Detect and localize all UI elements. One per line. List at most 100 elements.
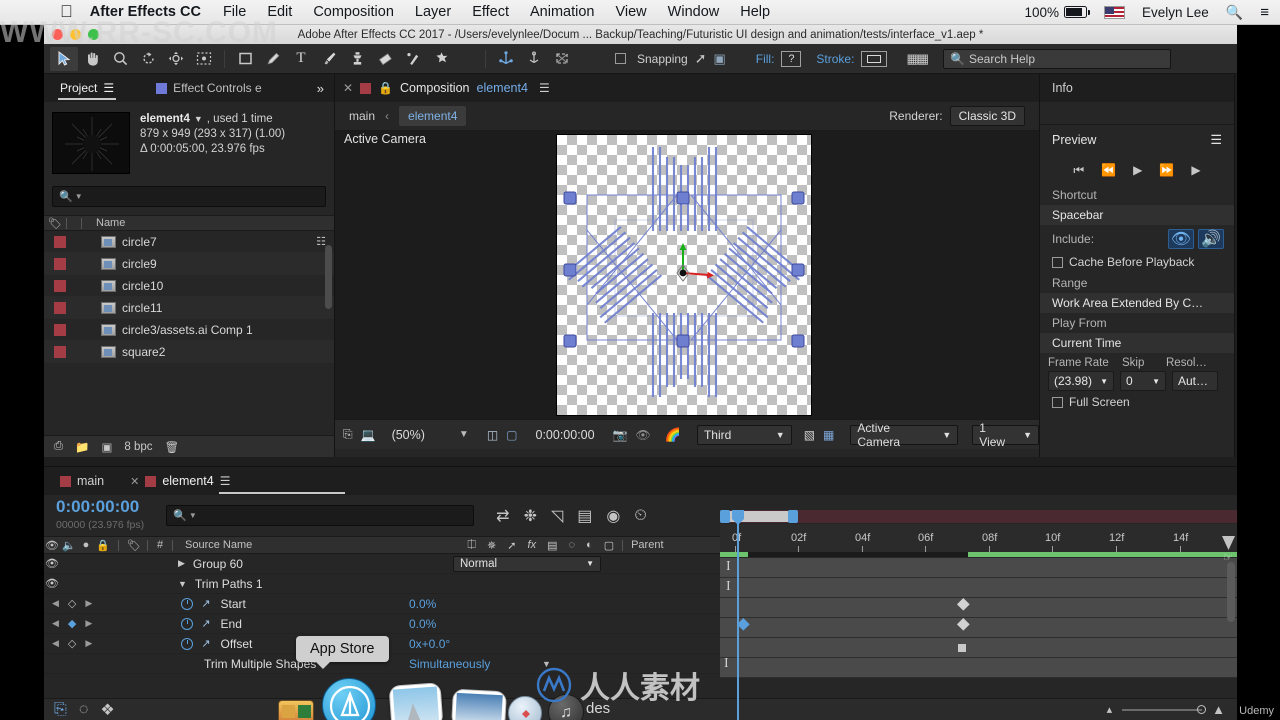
delete-icon[interactable]: 🗑 xyxy=(165,440,180,454)
list-item[interactable]: circle9 xyxy=(44,253,334,275)
next-keyframe-icon[interactable]: ▶ xyxy=(85,618,92,629)
panel-menu-icon[interactable]: ☰ xyxy=(103,74,114,102)
motion-blur-icon[interactable]: ◉ xyxy=(606,506,620,526)
first-frame-button[interactable]: ⏮ xyxy=(1073,163,1084,178)
brush-tool-icon[interactable] xyxy=(315,47,343,71)
monitor-icon[interactable]: 💻 xyxy=(361,428,376,442)
battery-icon[interactable] xyxy=(1064,6,1090,18)
project-thumbnail[interactable] xyxy=(52,112,130,174)
keyframe-row[interactable] xyxy=(720,617,1237,638)
list-item[interactable]: circle3/assets.ai Comp 1 xyxy=(44,319,334,341)
frame-blending-icon[interactable]: ▤ xyxy=(577,506,592,526)
roto-brush-tool-icon[interactable] xyxy=(399,47,427,71)
timeline-vertical-scrollbar[interactable] xyxy=(1227,562,1235,622)
keyframe-row[interactable] xyxy=(720,638,1237,658)
keyframe-row[interactable]: I xyxy=(720,558,1237,578)
channels-icon[interactable]: 🌈 xyxy=(665,427,681,443)
twirl-icon[interactable]: ▶ xyxy=(178,558,185,569)
last-frame-button[interactable]: ▶ xyxy=(1191,163,1200,177)
layer-switches-icon[interactable]: ◌ xyxy=(79,701,89,719)
views-select[interactable]: 1 View ▼ xyxy=(972,421,1039,449)
resolution-select[interactable]: Aut… xyxy=(1172,371,1218,391)
video-toggle-icon[interactable]: 👁 xyxy=(44,577,60,590)
keyframe-navigator[interactable]: ◀ ◆ ▶ xyxy=(52,617,92,630)
transparency-grid-icon[interactable]: ▧ xyxy=(804,428,815,442)
grid-guides-icon[interactable]: ◫ xyxy=(487,428,498,442)
project-settings-icon[interactable]: ▣ xyxy=(102,440,113,454)
3d-renderer-icon[interactable]: ▦ xyxy=(823,428,834,442)
timeline-zoom-slider[interactable] xyxy=(1122,704,1207,714)
search-help-input[interactable]: 🔍 Search Help xyxy=(943,48,1172,69)
time-ruler[interactable]: 0f 02f 04f 06f 08f 10f 12f 14f xyxy=(720,524,1237,552)
menu-item-edit[interactable]: Edit xyxy=(267,4,292,20)
menu-item-window[interactable]: Window xyxy=(668,4,720,20)
item-label-swatch[interactable] xyxy=(54,301,66,314)
draft-3d-icon[interactable]: ❉ xyxy=(524,506,537,526)
keyframe-navigator[interactable]: ◀ ◇ ▶ xyxy=(52,597,92,610)
playhead[interactable] xyxy=(732,510,744,720)
cache-before-playback-row[interactable]: Cache Before Playback xyxy=(1040,251,1234,273)
fill-swatch[interactable]: ? xyxy=(781,50,802,67)
bit-depth-label[interactable]: 8 bpc xyxy=(124,441,152,453)
timeline-right-marker-icon[interactable]: ☞ xyxy=(1223,551,1233,564)
keyframe-row[interactable]: I xyxy=(720,578,1237,598)
list-item[interactable]: square2 xyxy=(44,341,334,363)
row-value[interactable]: 0x+0.0° xyxy=(409,637,450,651)
rotation-tool-icon[interactable] xyxy=(134,47,162,71)
graph-icon[interactable]: ↗ xyxy=(201,637,210,650)
keyframe-grid[interactable]: I I I xyxy=(720,558,1237,720)
previous-keyframe-icon[interactable]: ◀ xyxy=(52,638,59,649)
breadcrumb-root[interactable]: main xyxy=(349,109,375,123)
include-audio-icon[interactable]: 🔊 xyxy=(1198,229,1224,249)
snap-bounds-icon[interactable]: ▣ xyxy=(713,51,725,67)
blend-mode-select[interactable]: Normal ▼ xyxy=(453,555,601,572)
timeline-search-input[interactable]: 🔍 ▼ xyxy=(166,505,475,526)
next-frame-button[interactable]: ⏩ xyxy=(1159,163,1174,177)
play-from-value[interactable]: Current Time xyxy=(1040,333,1234,353)
keyboard-flag-icon[interactable] xyxy=(1104,5,1125,19)
close-icon[interactable]: ✕ xyxy=(130,475,139,488)
menu-item-animation[interactable]: Animation xyxy=(530,4,594,20)
snapping-checkbox[interactable] xyxy=(615,53,626,64)
menu-item-composition[interactable]: Composition xyxy=(313,4,394,20)
region-of-interest-icon[interactable]: ▢ xyxy=(506,428,517,442)
menu-item-layer[interactable]: Layer xyxy=(415,4,451,20)
project-item-dropdown-icon[interactable]: ▼ xyxy=(194,114,203,124)
menu-item-view[interactable]: View xyxy=(615,4,646,20)
full-screen-row[interactable]: Full Screen xyxy=(1040,393,1234,413)
tab-main[interactable]: main xyxy=(77,474,104,488)
previous-keyframe-icon[interactable]: ◀ xyxy=(52,598,59,609)
breadcrumb-current[interactable]: element4 xyxy=(399,106,467,126)
item-label-swatch[interactable] xyxy=(54,279,66,292)
keyframe-marker[interactable] xyxy=(956,617,970,631)
show-snapshot-icon[interactable]: 👁 xyxy=(636,428,651,442)
dolly-camera-tool-icon[interactable] xyxy=(548,47,576,71)
new-folder-icon[interactable]: 📁 xyxy=(75,440,89,454)
menu-item-file[interactable]: File xyxy=(223,4,246,20)
composition-mini-flowchart-icon[interactable]: ⇄ xyxy=(496,506,509,526)
snapshot-icon[interactable]: 📷 xyxy=(613,428,628,442)
new-comp-icon[interactable]: ⎙ xyxy=(54,440,63,453)
stroke-swatch[interactable] xyxy=(861,50,888,67)
notification-center-icon[interactable]: ≡ xyxy=(1260,4,1269,21)
clone-stamp-tool-icon[interactable] xyxy=(343,47,371,71)
dock-icon-preview[interactable] xyxy=(388,682,444,720)
transfer-controls-icon[interactable]: ❖ xyxy=(100,700,114,720)
next-keyframe-icon[interactable]: ▶ xyxy=(85,598,92,609)
item-label-swatch[interactable] xyxy=(54,235,66,248)
keyframe-row[interactable] xyxy=(720,597,1237,618)
dock-icon-app-store[interactable] xyxy=(322,678,376,720)
cache-before-playback-checkbox[interactable] xyxy=(1052,256,1063,268)
tab-effect-controls[interactable]: Effect Controls e xyxy=(148,74,270,102)
orbit-camera-tool-icon[interactable] xyxy=(162,47,190,71)
stopwatch-icon[interactable] xyxy=(181,597,194,610)
keyframe-toggle-icon[interactable]: ◆ xyxy=(68,617,76,630)
apple-logo-icon[interactable]:  xyxy=(60,3,73,20)
composition-canvas[interactable] xyxy=(556,134,812,416)
spotlight-search-icon[interactable]: 🔍 xyxy=(1226,4,1243,21)
previous-frame-button[interactable]: ⏪ xyxy=(1101,163,1116,177)
keyframe-marker[interactable] xyxy=(956,597,970,611)
item-label-swatch[interactable] xyxy=(54,345,66,358)
track-xy-camera-tool-icon[interactable] xyxy=(520,47,548,71)
dock-icon-photos-library[interactable] xyxy=(451,688,507,720)
